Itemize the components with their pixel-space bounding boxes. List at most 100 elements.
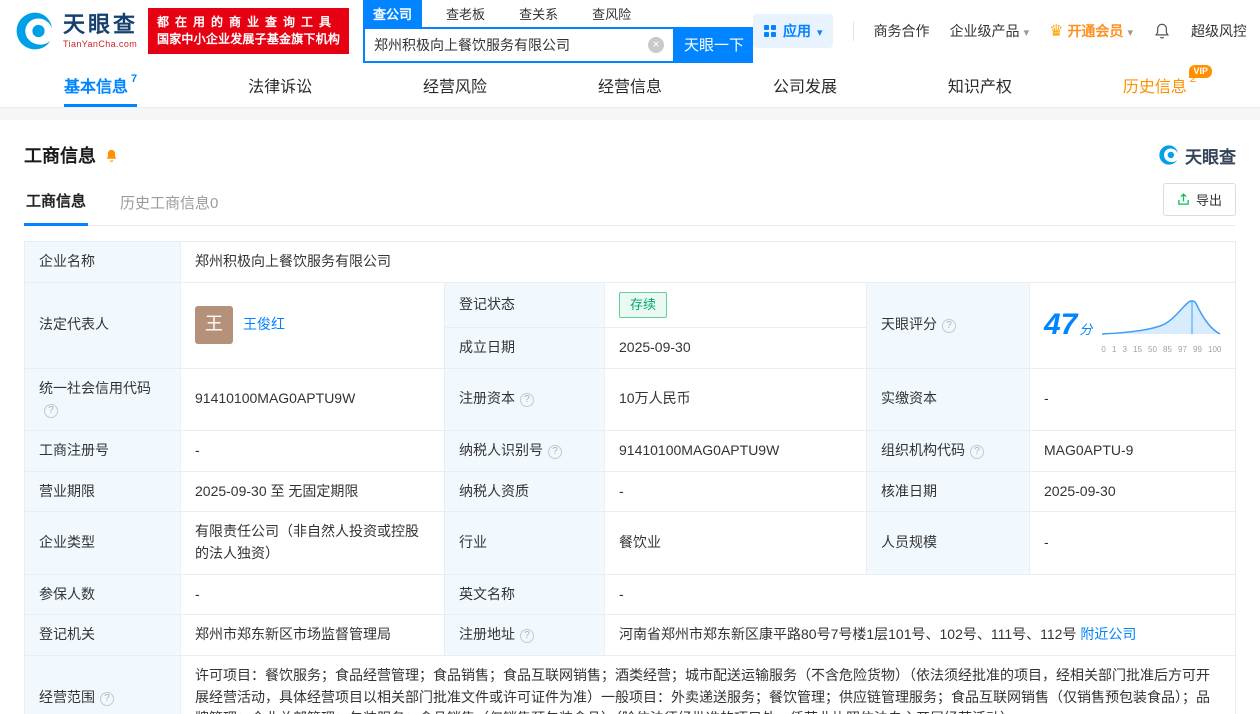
chevron-down-icon [1024, 23, 1030, 39]
tab-label: 公司发展 [773, 73, 837, 97]
establishment-date-label: 成立日期 [445, 327, 605, 368]
tab-history-info[interactable]: VIP 历史信息2 [1123, 62, 1196, 107]
nav-vip-label: 开通会员 [1067, 21, 1123, 41]
chevron-down-icon [817, 23, 823, 39]
tianyancha-logo[interactable]: 天眼查 TianYanCha.com [14, 10, 138, 52]
search-tab-risk[interactable]: 查风险 [582, 0, 641, 27]
legal-rep-link[interactable]: 王俊红 [243, 314, 285, 336]
chevron-down-icon [1127, 23, 1133, 39]
field-label: 参保人数 [39, 586, 95, 602]
table-row: 工商注册号 - 纳税人识别号 91410100MAG0APTU9W 组织机构代码… [25, 430, 1236, 471]
registration-authority-label: 登记机关 [25, 615, 181, 656]
status-badge: 存续 [619, 292, 667, 318]
business-registration-number-label: 工商注册号 [25, 430, 181, 471]
search-button[interactable]: 天眼一下 [675, 27, 753, 63]
apps-menu[interactable]: 应用 [753, 14, 833, 48]
score-unit: 分 [1079, 322, 1092, 337]
legal-rep-avatar: 王 [195, 306, 233, 344]
establishment-date-value: 2025-09-30 [605, 327, 867, 368]
help-icon[interactable] [520, 629, 534, 643]
tianyancha-watermark-icon [1158, 144, 1180, 166]
field-label: 企业名称 [39, 253, 95, 269]
help-icon[interactable] [970, 445, 984, 459]
main-tab-bar: 基本信息7 法律诉讼 经营风险 经营信息 公司发展 知识产权 VIP 历史信息2 [0, 62, 1260, 108]
score-axis: 0131550859799100 [1100, 344, 1222, 356]
unified-credit-code-value: 91410100MAG0APTU9W [181, 368, 445, 430]
help-icon[interactable] [44, 404, 58, 418]
section-divider [0, 108, 1260, 120]
search-tab-relation[interactable]: 查关系 [509, 0, 568, 27]
search-input[interactable] [365, 37, 648, 53]
promo-line-1: 都在用的商业查询工具 [157, 14, 340, 31]
table-row: 企业名称 郑州积极向上餐饮服务有限公司 [25, 242, 1236, 283]
tab-basic-info[interactable]: 基本信息7 [64, 62, 137, 107]
search-tab-company[interactable]: 查公司 [363, 0, 422, 27]
notifications-button[interactable] [1153, 22, 1171, 40]
registration-authority-value: 郑州市郑东新区市场监督管理局 [181, 615, 445, 656]
help-icon[interactable] [520, 393, 534, 407]
tab-intellectual-property[interactable]: 知识产权 [948, 62, 1012, 107]
nav-super-risk[interactable]: 超级风控 [1191, 21, 1246, 41]
brand-name: 天眼查 [63, 13, 138, 37]
watermark-label: 天眼查 [1185, 143, 1236, 168]
table-row: 登记机关 郑州市郑东新区市场监督管理局 注册地址 河南省郑州市郑东新区康平路80… [25, 615, 1236, 656]
registered-address-label: 注册地址 [445, 615, 605, 656]
score-number: 47分 [1044, 302, 1092, 349]
field-label: 天眼评分 [881, 316, 937, 332]
subtab-history-registration[interactable]: 历史工商信息0 [118, 192, 220, 225]
search-tab-boss[interactable]: 查老板 [436, 0, 495, 27]
legal-representative-value: 王 王俊红 [181, 282, 445, 368]
crown-icon [1049, 21, 1063, 41]
brand-domain: TianYanCha.com [63, 39, 138, 49]
field-label: 企业类型 [39, 534, 95, 550]
insured-count-label: 参保人数 [25, 574, 181, 615]
registered-capital-label: 注册资本 [445, 368, 605, 430]
organization-code-label: 组织机构代码 [867, 430, 1030, 471]
field-label: 纳税人识别号 [459, 442, 543, 458]
tab-count: 2 [1190, 73, 1196, 85]
tab-label: 知识产权 [948, 73, 1012, 97]
table-row: 统一社会信用代码 91410100MAG0APTU9W 注册资本 10万人民币 … [25, 368, 1236, 430]
nav-business-cooperation[interactable]: 商务合作 [874, 21, 930, 41]
clear-search-icon[interactable] [648, 37, 664, 53]
tab-legal-proceedings[interactable]: 法律诉讼 [248, 62, 312, 107]
score-distribution-chart: 0131550859799100 [1100, 294, 1222, 356]
tab-operation-info[interactable]: 经营信息 [598, 62, 662, 107]
taxpayer-qualification-label: 纳税人资质 [445, 471, 605, 512]
tab-label: 经营信息 [598, 73, 662, 97]
business-registration-section: 工商信息 天眼查 工商信息 历史工商信息0 导出 [0, 120, 1260, 714]
monitor-bell-icon[interactable] [104, 148, 119, 163]
tab-company-development[interactable]: 公司发展 [773, 62, 837, 107]
field-label: 行业 [459, 534, 487, 550]
field-label: 组织机构代码 [881, 442, 965, 458]
nav-open-membership[interactable]: 开通会员 [1049, 21, 1133, 41]
export-label: 导出 [1196, 190, 1222, 209]
help-icon[interactable] [100, 692, 114, 706]
nearby-companies-link[interactable]: 附近公司 [1080, 626, 1136, 642]
address-text: 河南省郑州市郑东新区康平路80号7号楼1层101号、102号、111号、112号 [619, 626, 1076, 642]
field-label: 营业期限 [39, 483, 95, 499]
subtab-business-registration[interactable]: 工商信息 [24, 190, 88, 226]
taxpayer-id-value: 91410100MAG0APTU9W [605, 430, 867, 471]
bell-icon [1153, 22, 1171, 40]
field-label: 核准日期 [881, 483, 937, 499]
table-row: 参保人数 - 英文名称 - [25, 574, 1236, 615]
section-head: 工商信息 天眼查 [24, 142, 1236, 168]
nav-enterprise-label: 企业级产品 [950, 21, 1020, 41]
search-tabs: 查公司 查老板 查关系 查风险 [363, 0, 753, 27]
help-icon[interactable] [942, 319, 956, 333]
tab-label: 基本信息 [64, 73, 128, 97]
table-row: 经营范围 许可项目：餐饮服务；食品经营管理；食品销售；食品互联网销售；酒类经营；… [25, 656, 1236, 714]
english-name-label: 英文名称 [445, 574, 605, 615]
business-registration-number-value: - [181, 430, 445, 471]
nav-enterprise-products[interactable]: 企业级产品 [950, 21, 1030, 41]
help-icon[interactable] [548, 445, 562, 459]
enterprise-type-label: 企业类型 [25, 512, 181, 574]
export-button[interactable]: 导出 [1163, 183, 1236, 216]
tab-operational-risk[interactable]: 经营风险 [423, 62, 487, 107]
tab-label: 法律诉讼 [248, 73, 312, 97]
taxpayer-qualification-value: - [605, 471, 867, 512]
field-label: 实缴资本 [881, 390, 937, 406]
apps-grid-icon [763, 24, 777, 38]
nav-cooperation-label: 商务合作 [874, 21, 930, 41]
